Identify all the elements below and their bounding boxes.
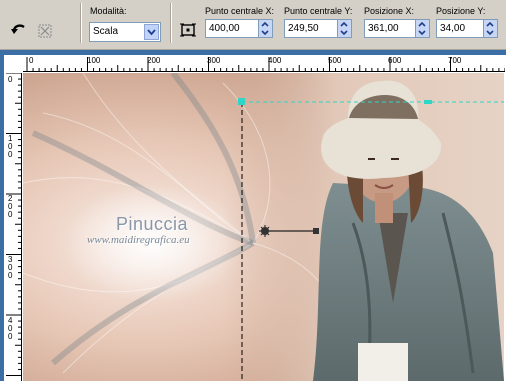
ruler-horizontal[interactable]: 0 100 200 300 400 500 600 700 — [23, 56, 505, 72]
reset-icon — [38, 24, 52, 38]
watermark-url: www.maidiregrafica.eu — [87, 234, 190, 246]
ruler-left-label: 0 — [8, 75, 13, 84]
pos-x-group: Posizione X: — [364, 6, 414, 17]
ruler-left-label: 100 — [8, 134, 13, 159]
center-y-spinner[interactable] — [337, 20, 351, 37]
center-x-label: Punto centrale X: — [205, 6, 275, 16]
pos-x-spinner[interactable] — [415, 20, 429, 37]
pos-y-spinner[interactable] — [483, 20, 497, 37]
ruler-top-label: 0 — [29, 56, 34, 65]
center-x-spinner[interactable] — [258, 20, 272, 37]
center-y-label: Punto centrale Y: — [284, 6, 353, 16]
ruler-left-label: 200 — [8, 194, 13, 219]
rotation-handle — [313, 228, 319, 234]
set-center-button[interactable] — [175, 17, 201, 43]
ruler-top-label: 400 — [268, 56, 282, 65]
pos-y-label: Posizione Y: — [436, 6, 486, 16]
center-pick-icon — [180, 23, 196, 37]
mode-label: Modalità: — [90, 6, 127, 16]
pos-y-group: Posizione Y: — [436, 6, 485, 17]
pos-x-label: Posizione X: — [364, 6, 415, 16]
canvas-frame: 0 100 200 300 400 500 600 700 0 100 200 … — [4, 55, 506, 381]
pos-x-input[interactable]: 361,00 — [364, 19, 430, 38]
corner-handle — [238, 98, 245, 105]
artwork — [23, 73, 504, 381]
watermark-title: Pinuccia — [116, 214, 189, 234]
workspace: 0 100 200 300 400 500 600 700 0 100 200 … — [0, 50, 506, 381]
pos-y-input[interactable]: 34,00 — [436, 19, 498, 38]
mode-group: Modalità: — [90, 6, 127, 17]
ruler-left-label: 400 — [8, 316, 13, 341]
center-y-input[interactable]: 249,50 — [284, 19, 352, 38]
ruler-left-label: 300 — [8, 255, 13, 280]
center-x-group: Punto centrale X: — [205, 6, 274, 17]
ruler-top-label: 600 — [388, 56, 402, 65]
image-canvas[interactable]: Pinuccia www.maidiregrafica.eu — [23, 73, 504, 381]
ruler-top-label: 300 — [207, 56, 221, 65]
center-y-group: Punto centrale Y: — [284, 6, 352, 17]
pos-x-value: 361,00 — [368, 23, 399, 34]
undo-button[interactable] — [6, 18, 32, 44]
center-x-value: 400,00 — [209, 23, 240, 34]
ruler-top-label: 500 — [328, 56, 342, 65]
ruler-top-label: 700 — [448, 56, 462, 65]
chevron-down-icon[interactable] — [144, 24, 159, 40]
undo-icon — [11, 24, 25, 34]
ruler-top-label: 200 — [147, 56, 161, 65]
mode-select[interactable]: Scala — [89, 22, 161, 42]
pos-y-value: 34,00 — [440, 23, 466, 34]
center-x-input[interactable]: 400,00 — [205, 19, 273, 38]
ruler-vertical[interactable]: 0 100 200 300 400 — [6, 73, 22, 381]
reset-button[interactable] — [32, 18, 58, 44]
center-y-value: 249,50 — [288, 23, 319, 34]
pick-tool-toolbar: Modalità: Scala Punto centrale X: 400,00… — [0, 0, 506, 50]
ruler-corner — [6, 57, 22, 72]
edge-handle — [424, 100, 432, 104]
ruler-top-label: 100 — [87, 56, 101, 65]
mode-value: Scala — [93, 26, 119, 37]
